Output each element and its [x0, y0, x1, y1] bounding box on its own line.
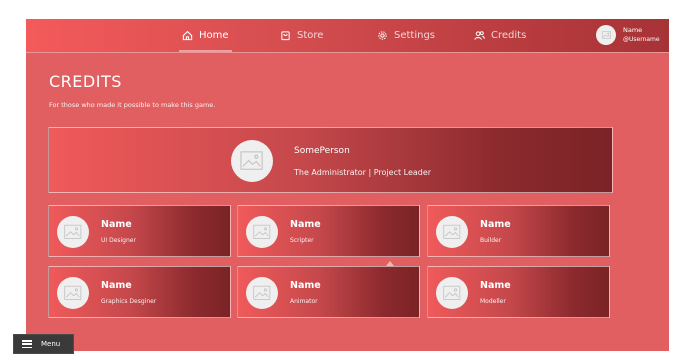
lead-name: SomePerson: [294, 146, 350, 156]
image-placeholder-icon: [64, 225, 82, 239]
credit-name: Name: [480, 219, 511, 230]
credit-role: UI Designer: [101, 237, 136, 244]
credit-text: Name Scripter: [290, 219, 321, 244]
nav-store[interactable]: Store: [280, 19, 323, 52]
bag-icon: [281, 31, 290, 41]
lead-text: SomePerson The Administrator | Project L…: [294, 146, 431, 177]
credit-name: Name: [101, 280, 132, 291]
avatar: [596, 25, 616, 45]
credit-role: Scripter: [290, 237, 314, 244]
credit-text: Name Modeller: [480, 280, 511, 305]
credit-text: Name Animator: [290, 280, 321, 305]
avatar: [57, 277, 89, 309]
avatar: [436, 216, 468, 248]
lead-credit-card[interactable]: SomePerson The Administrator | Project L…: [48, 127, 613, 193]
gear-icon: [378, 31, 387, 40]
lead-role: The Administrator | Project Leader: [294, 168, 432, 177]
user-text: Name @Username: [623, 26, 660, 44]
avatar: [231, 140, 273, 182]
page-subtitle: For those who made it possible to make t…: [49, 101, 216, 109]
credit-card[interactable]: Name Builder: [427, 205, 610, 257]
credit-card[interactable]: Name Animator: [237, 266, 420, 318]
image-placeholder-icon: [443, 286, 461, 300]
image-placeholder-icon: [253, 286, 271, 300]
nav-credits-label: Credits: [491, 30, 527, 41]
credit-role: Graphics Desginer: [101, 298, 157, 305]
hamburger-icon: [22, 340, 32, 348]
credit-card[interactable]: Name UI Designer: [48, 205, 231, 257]
image-placeholder-icon: [601, 31, 611, 39]
page-title: CREDITS: [49, 72, 122, 91]
avatar: [57, 216, 89, 248]
nav-settings-label: Settings: [394, 30, 436, 41]
avatar: [246, 277, 278, 309]
top-nav-bar: Home Store Settings Credits Name @Userna…: [26, 19, 669, 52]
image-placeholder-icon: [64, 286, 82, 300]
credit-role: Modeller: [480, 298, 506, 305]
app-window: Home Store Settings Credits Name @Userna…: [26, 19, 669, 351]
menu-button[interactable]: Menu: [13, 334, 74, 354]
credit-card[interactable]: Name Graphics Desginer: [48, 266, 231, 318]
users-icon: [474, 31, 485, 40]
credit-text: Name UI Designer: [101, 219, 136, 244]
nav-home[interactable]: Home: [179, 19, 232, 52]
user-handle: @Username: [623, 36, 660, 43]
nav-settings[interactable]: Settings: [377, 19, 435, 52]
credit-name: Name: [480, 280, 511, 291]
credit-text: Name Graphics Desginer: [101, 280, 156, 305]
credit-name: Name: [290, 280, 321, 291]
credit-role: Animator: [290, 298, 318, 305]
nav-store-label: Store: [297, 30, 324, 41]
credit-card[interactable]: Name Modeller: [427, 266, 610, 318]
credit-text: Name Builder: [480, 219, 511, 244]
avatar: [246, 216, 278, 248]
credit-name: Name: [290, 219, 321, 230]
nav-home-label: Home: [199, 30, 229, 41]
user-profile[interactable]: Name @Username: [596, 25, 660, 45]
nav-credits[interactable]: Credits: [474, 19, 526, 52]
credit-card[interactable]: Name Scripter: [237, 205, 420, 257]
image-placeholder-icon: [253, 225, 271, 239]
image-placeholder-icon: [240, 151, 264, 171]
credit-role: Builder: [480, 237, 502, 244]
home-icon: [182, 30, 193, 41]
image-placeholder-icon: [443, 225, 461, 239]
user-name: Name: [623, 26, 643, 34]
menu-label: Menu: [41, 340, 61, 348]
credit-name: Name: [101, 219, 132, 230]
avatar: [436, 277, 468, 309]
